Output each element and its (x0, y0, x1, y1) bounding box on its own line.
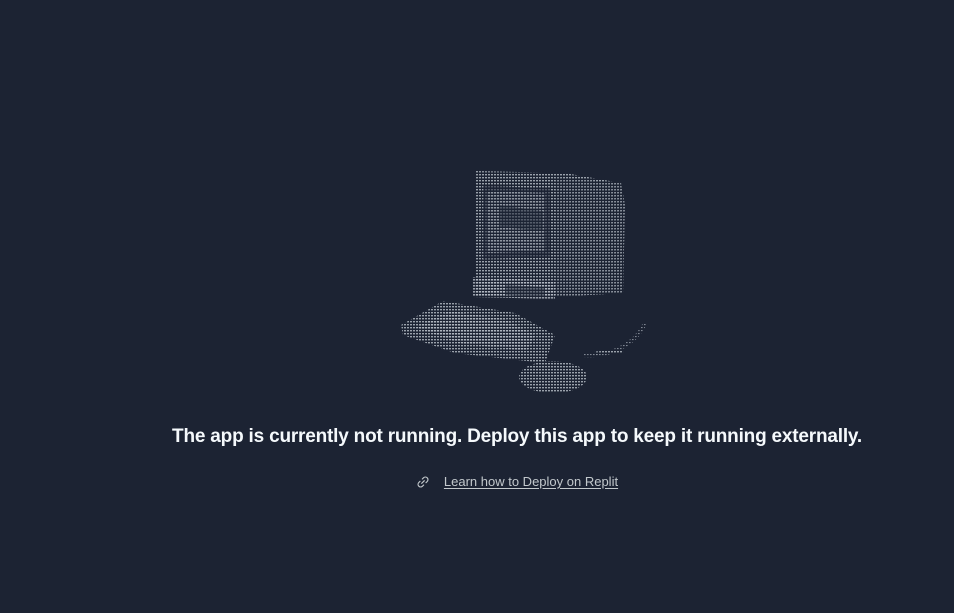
keyboard-shape (401, 301, 555, 363)
app-not-running-page: The app is currently not running. Deploy… (0, 0, 954, 613)
mouse-shape (519, 361, 587, 393)
ascii-computer-illustration (401, 171, 647, 393)
cable-shape (582, 322, 647, 358)
link-icon (416, 475, 430, 489)
app-not-running-message: The app is currently not running. Deploy… (172, 426, 862, 447)
monitor-shape (473, 171, 625, 299)
learn-deploy-row: Learn how to Deploy on Replit (0, 474, 954, 489)
learn-deploy-link[interactable]: Learn how to Deploy on Replit (444, 474, 618, 489)
